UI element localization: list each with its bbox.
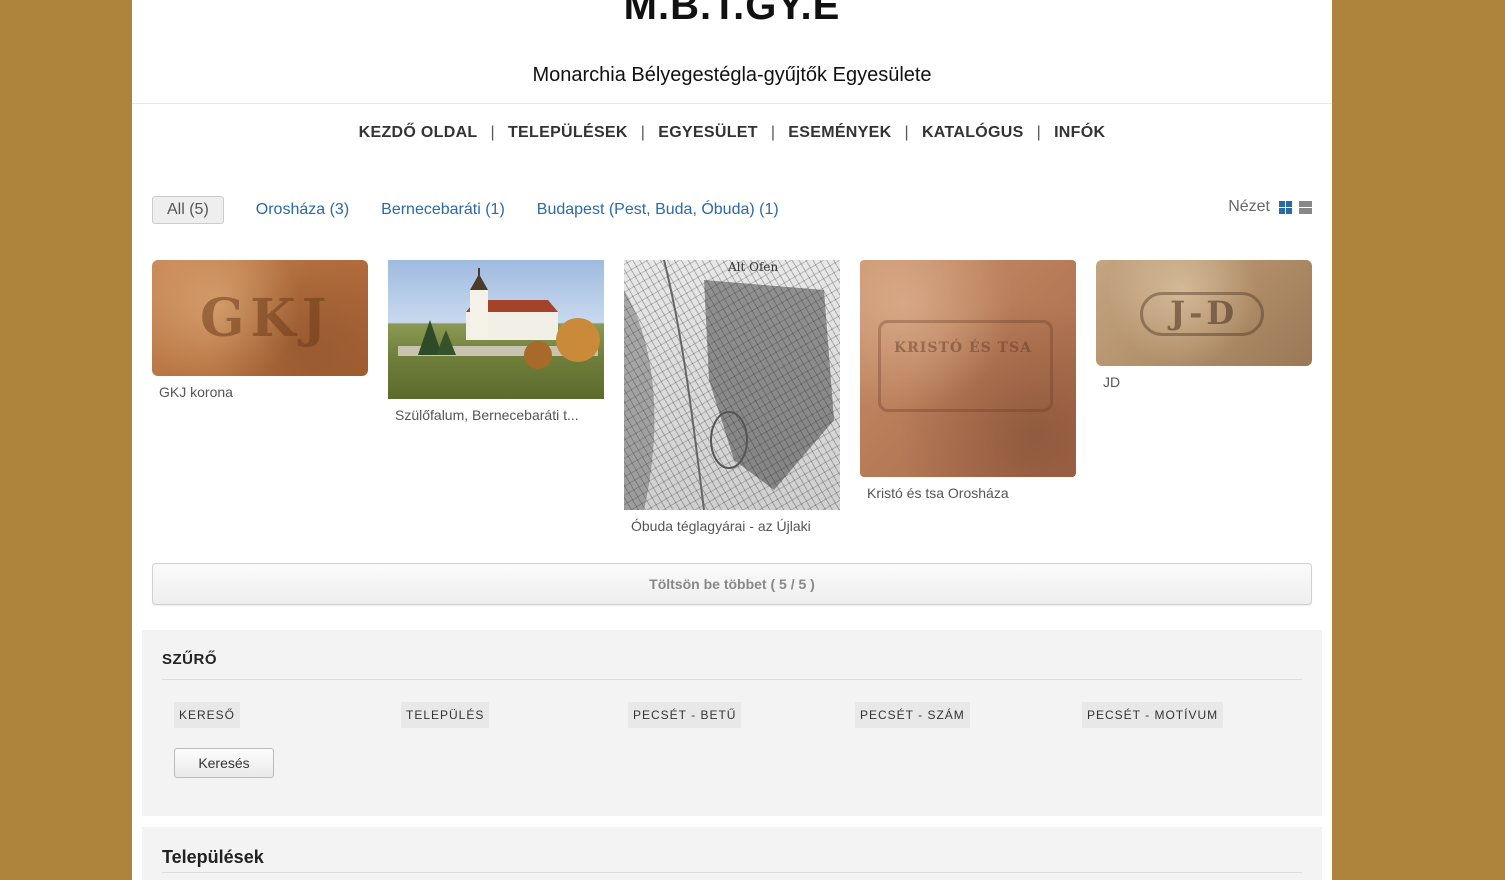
gallery-filter-tabs: All (5) Orosháza (3) Bernecebaráti (1) B… <box>152 196 779 224</box>
filter-field-stamp-number[interactable]: PECSÉT - SZÁM <box>855 702 970 728</box>
nav-item-catalogue[interactable]: KATALÓGUS <box>922 124 1024 142</box>
nav-separator: | <box>770 124 776 141</box>
gallery-item[interactable]: KRISTÓ ÉS TSA Kristó és tsa Orosháza <box>860 260 1076 501</box>
nav-separator: | <box>904 124 909 141</box>
filter-field-stamp-letter[interactable]: PECSÉT - BETŰ <box>628 702 742 728</box>
brick-stamp-frame <box>878 320 1053 412</box>
filter-all-button[interactable]: All (5) <box>152 196 224 224</box>
view-label: Nézet <box>1228 198 1270 215</box>
gallery-item[interactable]: Szülőfalum, Bernecebaráti t... <box>388 260 604 423</box>
filter-panel-title: SZŰRŐ <box>162 651 217 668</box>
search-button[interactable]: Keresés <box>174 748 274 778</box>
filter-field-search[interactable]: KERESŐ <box>174 702 241 728</box>
brick-image[interactable]: GKJ <box>152 260 368 376</box>
map-label: Alt Ofen <box>728 260 779 274</box>
gallery-item[interactable]: J-D JD <box>1096 260 1312 390</box>
nav-separator: | <box>1036 124 1042 141</box>
gallery-item-caption[interactable]: GKJ korona <box>152 384 368 400</box>
brick-image[interactable]: KRISTÓ ÉS TSA <box>860 260 1076 477</box>
filter-panel: SZŰRŐ KERESŐ TELEPÜLÉS PECSÉT - BETŰ PEC… <box>142 630 1322 816</box>
site-subtitle: Monarchia Bélyegestégla-gyűjtők Egyesüle… <box>532 64 932 86</box>
filter-field-settlement[interactable]: TELEPÜLÉS <box>401 702 490 728</box>
filter-tag-budapest[interactable]: Budapest (Pest, Buda, Óbuda) (1) <box>537 201 779 219</box>
nav-item-association[interactable]: EGYESÜLET <box>658 124 758 142</box>
brick-image[interactable]: J-D <box>1096 260 1312 366</box>
brick-stamp-text: J-D <box>1170 294 1239 332</box>
header-divider <box>132 103 1332 104</box>
nav-item-info[interactable]: INFÓK <box>1054 124 1105 142</box>
brick-stamp-text: GKJ <box>200 288 333 349</box>
settlements-panel-divider <box>162 872 1302 873</box>
grid-view-icon[interactable] <box>1279 200 1292 214</box>
gallery-item-caption[interactable]: JD <box>1096 374 1312 390</box>
map-illustration <box>624 260 834 510</box>
list-view-icon[interactable] <box>1299 200 1312 214</box>
main-nav: KEZDŐ OLDAL | TELEPÜLÉSEK | EGYESÜLET | … <box>132 124 1332 142</box>
filter-panel-divider <box>162 679 1302 680</box>
view-toggle: Nézet <box>1228 198 1312 216</box>
gallery-item-caption[interactable]: Óbuda téglagyárai - az Újlaki <box>624 518 840 534</box>
load-more-button[interactable]: Töltsön be többet ( 5 / 5 ) <box>152 563 1312 605</box>
site-title[interactable]: M.B.T.GY.E <box>132 0 1332 29</box>
nav-item-settlements[interactable]: TELEPÜLÉSEK <box>508 124 628 142</box>
settlements-panel-title: Települések <box>162 847 264 867</box>
gallery-item[interactable]: Alt Ofen Óbuda téglagyárai - az Újlaki <box>624 260 840 534</box>
church-photo[interactable] <box>388 260 604 399</box>
gallery-item-caption[interactable]: Szülőfalum, Bernecebaráti t... <box>388 407 604 423</box>
nav-separator: | <box>490 124 495 141</box>
brick-stamp-text: KRISTÓ ÉS TSA <box>894 340 1032 356</box>
nav-item-home[interactable]: KEZDŐ OLDAL <box>359 124 478 142</box>
church-illustration <box>398 268 600 369</box>
filter-tag-oroshaza[interactable]: Orosháza (3) <box>256 201 349 219</box>
page-container: M.B.T.GY.E Monarchia Bélyegestégla-gyűjt… <box>132 0 1332 880</box>
filter-field-stamp-motif[interactable]: PECSÉT - MOTÍVUM <box>1082 702 1224 728</box>
settlements-panel: Települések <box>142 827 1322 880</box>
nav-item-events[interactable]: ESEMÉNYEK <box>788 124 891 142</box>
nav-separator: | <box>640 124 646 141</box>
historic-map-image[interactable]: Alt Ofen <box>624 260 840 510</box>
filter-tag-bernecebarati[interactable]: Bernecebaráti (1) <box>381 201 505 219</box>
gallery-item[interactable]: GKJ GKJ korona <box>152 260 368 400</box>
gallery: GKJ GKJ korona Szülőfalum, Bernecebaráti… <box>152 260 1312 540</box>
gallery-item-caption[interactable]: Kristó és tsa Orosháza <box>860 485 1076 501</box>
